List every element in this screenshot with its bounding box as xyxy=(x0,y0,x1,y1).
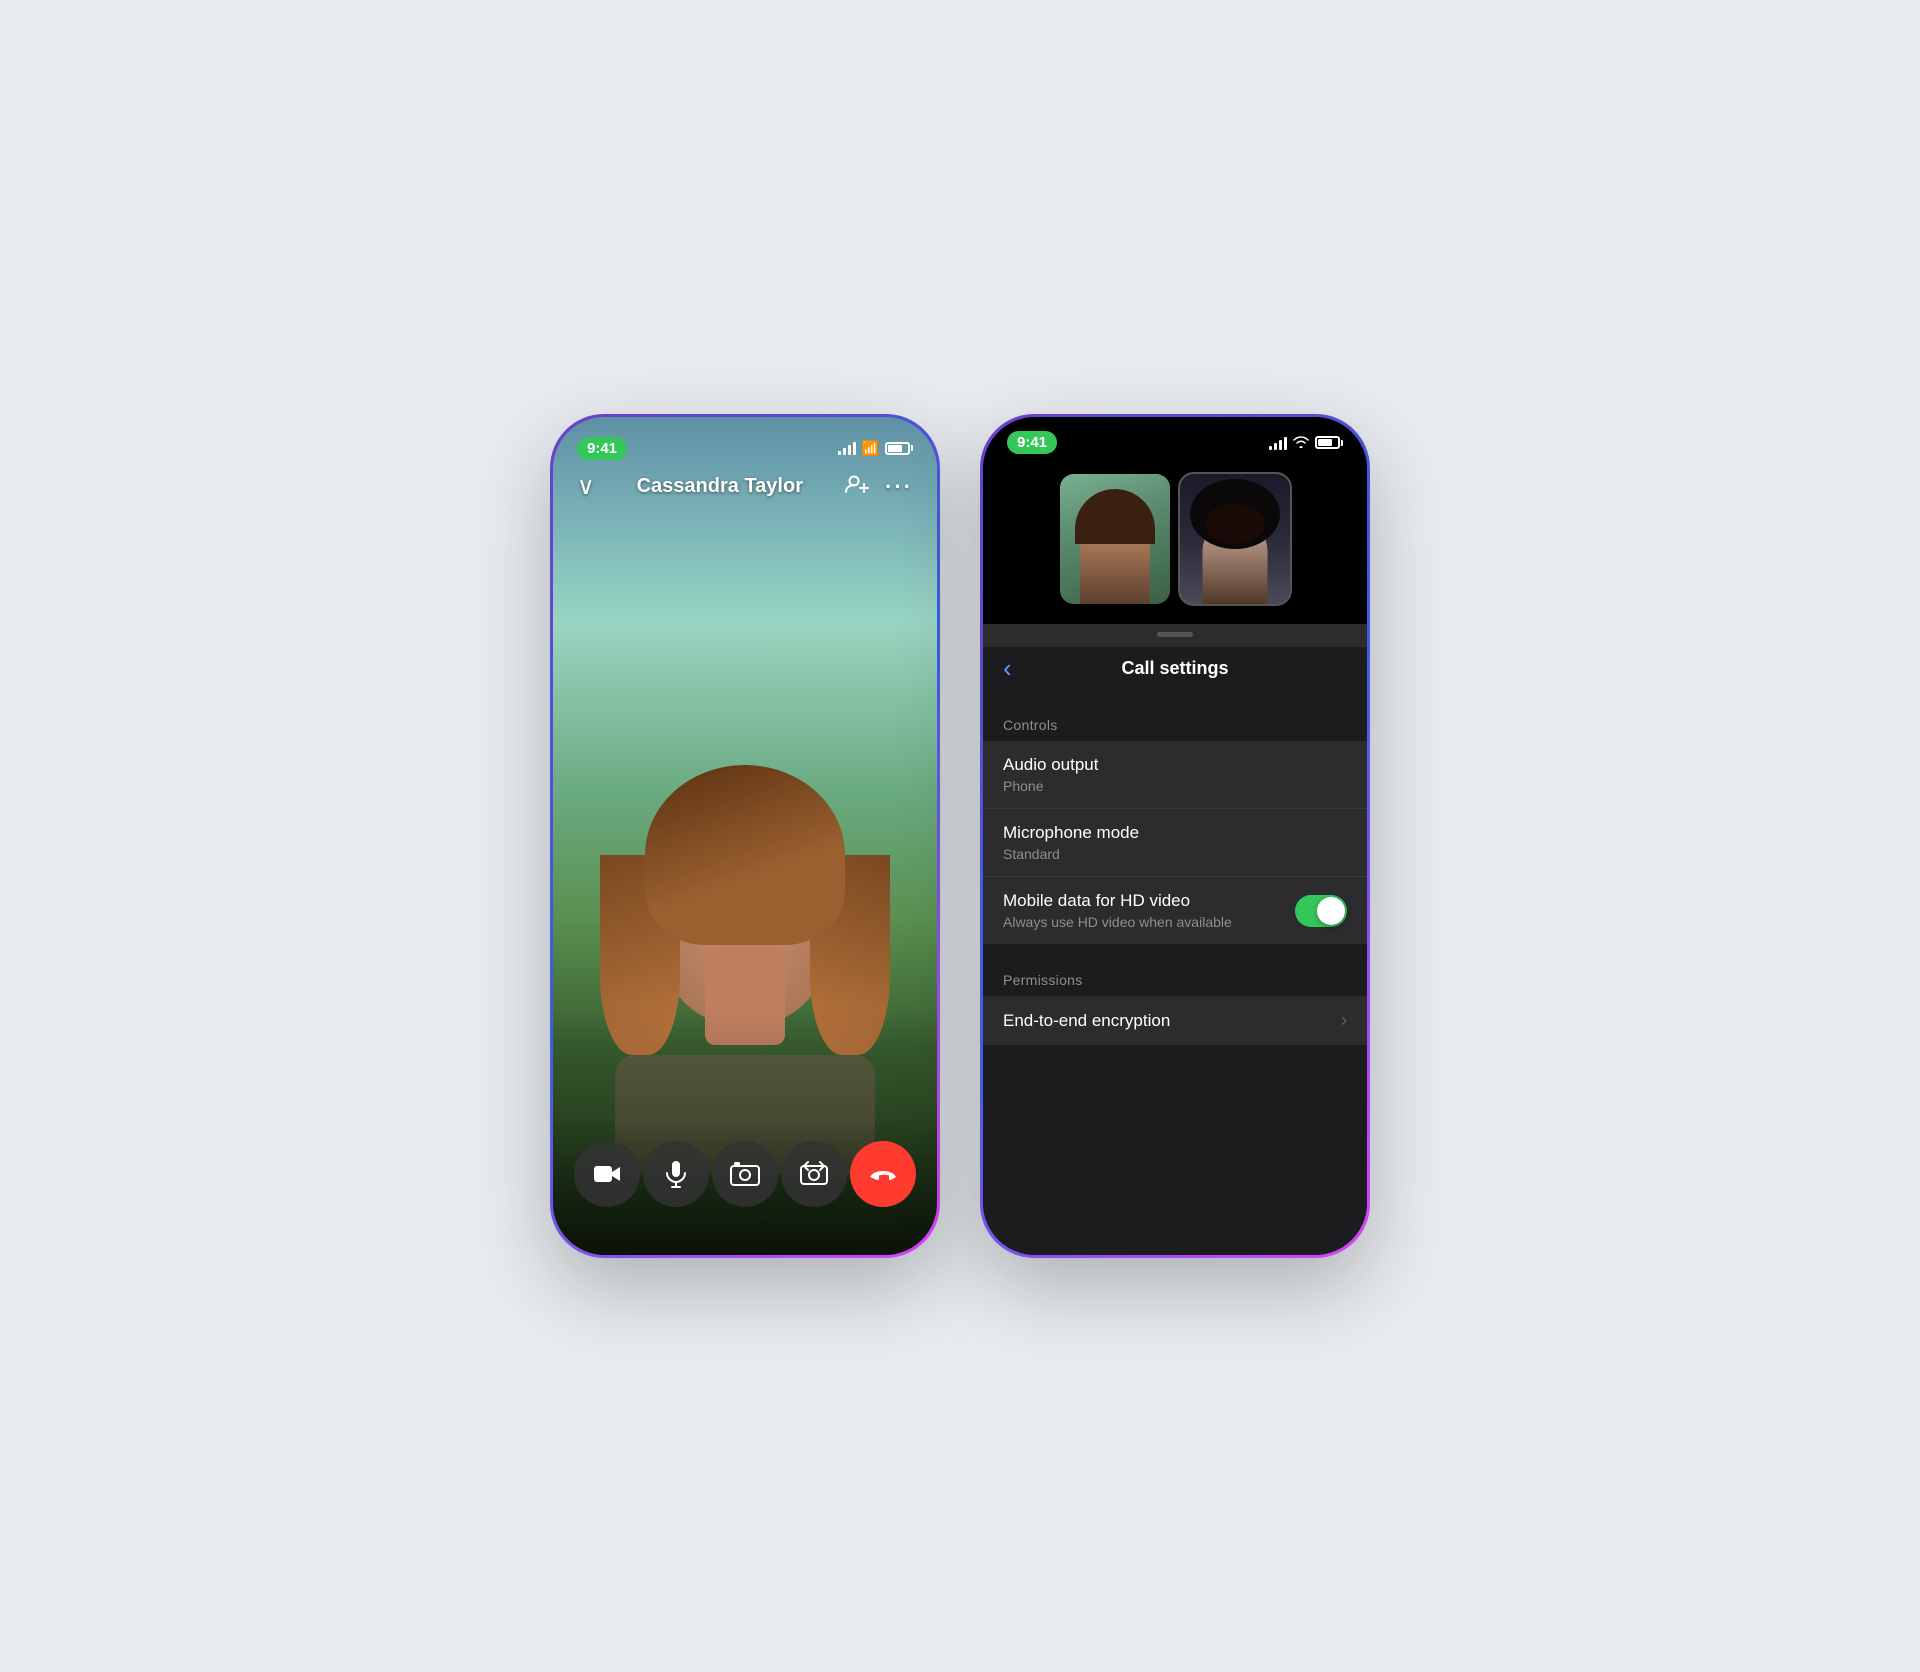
more-options-icon[interactable]: ··· xyxy=(885,474,913,500)
call-header: ∨ Cassandra Taylor ··· xyxy=(553,472,937,501)
effects-button[interactable] xyxy=(712,1141,778,1207)
audio-output-value: Phone xyxy=(1003,778,1098,794)
e2e-content: End-to-end encryption xyxy=(1003,1011,1170,1031)
end-call-button[interactable] xyxy=(850,1141,916,1207)
battery-icon xyxy=(885,442,913,455)
hd-video-row[interactable]: Mobile data for HD video Always use HD v… xyxy=(983,877,1367,944)
status-icons: 📶 xyxy=(838,440,913,457)
hd-video-content: Mobile data for HD video Always use HD v… xyxy=(1003,891,1232,930)
call-thumbnails xyxy=(983,464,1367,624)
flip-camera-button[interactable] xyxy=(781,1141,847,1207)
call-top-actions: ··· xyxy=(845,474,913,500)
microphone-mode-content: Microphone mode Standard xyxy=(1003,823,1139,862)
wifi-icon: 📶 xyxy=(862,440,879,457)
hd-video-title: Mobile data for HD video xyxy=(1003,891,1232,911)
thumbnail-caller-2[interactable] xyxy=(1180,474,1290,604)
video-call-phone: 9:41 📶 ∨ Ca xyxy=(550,414,940,1258)
add-person-icon[interactable] xyxy=(845,474,869,500)
battery-icon-right xyxy=(1315,436,1343,449)
time-display-right: 9:41 xyxy=(1007,431,1057,454)
settings-nav-header: ‹ Call settings xyxy=(983,647,1367,697)
signal-icon xyxy=(838,441,856,455)
drag-indicator xyxy=(1157,632,1193,637)
minimize-icon[interactable]: ∨ xyxy=(577,472,595,501)
microphone-mode-title: Microphone mode xyxy=(1003,823,1139,843)
audio-output-row[interactable]: Audio output Phone xyxy=(983,741,1367,809)
settings-phone: 9:41 xyxy=(980,414,1370,1258)
controls-section-label: Controls xyxy=(983,697,1367,741)
audio-output-content: Audio output Phone xyxy=(1003,755,1098,794)
chevron-right-icon: › xyxy=(1341,1010,1347,1031)
scene: 9:41 📶 ∨ Ca xyxy=(550,414,1370,1258)
e2e-title: End-to-end encryption xyxy=(1003,1011,1170,1031)
audio-output-title: Audio output xyxy=(1003,755,1098,775)
hd-video-toggle[interactable] xyxy=(1295,895,1347,927)
mute-button[interactable] xyxy=(643,1141,709,1207)
signal-icon-right xyxy=(1269,436,1287,450)
status-bar-right: 9:41 xyxy=(983,417,1367,464)
microphone-mode-value: Standard xyxy=(1003,846,1139,862)
wifi-icon-right xyxy=(1293,435,1309,451)
e2e-encryption-row[interactable]: End-to-end encryption › xyxy=(983,996,1367,1045)
status-icons-right xyxy=(1269,435,1343,451)
toggle-knob xyxy=(1317,897,1345,925)
thumbnail-caller-1[interactable] xyxy=(1060,474,1170,604)
status-bar-left: 9:41 📶 xyxy=(553,417,937,467)
back-button[interactable]: ‹ xyxy=(1003,655,1012,681)
controls-settings-group: Audio output Phone Microphone mode Stand… xyxy=(983,741,1367,944)
settings-page-title: Call settings xyxy=(1121,658,1228,679)
hd-video-description: Always use HD video when available xyxy=(1003,914,1232,930)
microphone-mode-row[interactable]: Microphone mode Standard xyxy=(983,809,1367,877)
time-display: 9:41 xyxy=(577,437,627,460)
caller-name-label: Cassandra Taylor xyxy=(637,475,803,498)
permissions-settings-group: End-to-end encryption › xyxy=(983,996,1367,1045)
settings-content: Controls Audio output Phone Microphone m… xyxy=(983,697,1367,1255)
permissions-section-label: Permissions xyxy=(983,952,1367,996)
call-controls-bar xyxy=(553,1117,937,1255)
video-toggle-button[interactable] xyxy=(574,1141,640,1207)
